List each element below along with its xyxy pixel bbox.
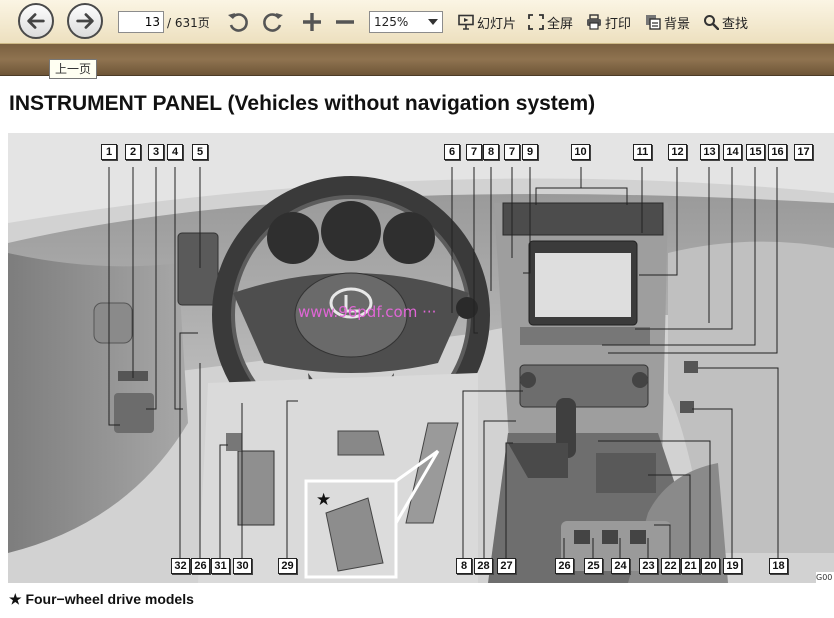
image-code: G00	[816, 572, 834, 583]
inset-star: ★	[316, 490, 332, 510]
background-label: 背景	[664, 16, 691, 32]
dashboard-illustration	[8, 133, 834, 583]
callout-22: 22	[661, 558, 680, 574]
callout-14: 14	[723, 144, 742, 160]
callout-11: 11	[633, 144, 652, 160]
slideshow-label: 幻灯片	[477, 16, 517, 32]
callout-25: 25	[584, 558, 603, 574]
plus-icon	[303, 13, 321, 31]
rotate-left-button[interactable]	[226, 10, 250, 34]
instrument-panel-figure: 1 2 3 4 5 6 7 8 7 9 10 11 12 13 14 15 16…	[8, 133, 834, 583]
figure-caption: ★ Four−wheel drive models	[9, 591, 194, 607]
callout-24: 24	[611, 558, 630, 574]
arrow-right-icon	[76, 13, 94, 29]
background-icon	[646, 15, 661, 30]
callout-9: 9	[522, 144, 538, 160]
rotate-right-button[interactable]	[261, 10, 285, 34]
previous-page-tooltip: 上一页	[49, 59, 98, 79]
callout-26b: 26	[555, 558, 574, 574]
print-label: 打印	[605, 16, 632, 32]
page-title: INSTRUMENT PANEL (Vehicles without navig…	[9, 92, 596, 115]
page-number-input[interactable]	[118, 11, 164, 33]
callout-31: 31	[211, 558, 230, 574]
minus-icon	[336, 20, 354, 24]
zoom-value: 125%	[374, 15, 409, 29]
background-button[interactable]: 背景	[645, 13, 691, 32]
next-page-button[interactable]	[67, 3, 103, 39]
callout-7: 7	[466, 144, 482, 160]
callout-4: 4	[167, 144, 183, 160]
callout-23: 23	[639, 558, 658, 574]
callout-10: 10	[571, 144, 590, 160]
zoom-select[interactable]: 125%	[369, 11, 443, 33]
callout-27: 27	[497, 558, 516, 574]
callout-8: 8	[483, 144, 499, 160]
callout-6: 6	[444, 144, 460, 160]
callout-32: 32	[171, 558, 190, 574]
printer-icon	[587, 14, 601, 30]
callout-30: 30	[233, 558, 252, 574]
callout-1: 1	[101, 144, 117, 160]
callout-12: 12	[668, 144, 687, 160]
callout-20: 20	[701, 558, 720, 574]
callout-15: 15	[746, 144, 765, 160]
reader-toolbar: / 631页 125% 幻灯片	[0, 0, 834, 44]
callout-19: 19	[723, 558, 742, 574]
page-total-label: / 631页	[167, 16, 210, 30]
rotate-left-icon	[228, 13, 248, 32]
slideshow-button[interactable]: 幻灯片	[458, 13, 517, 32]
callout-8b: 8	[456, 558, 472, 574]
callout-28: 28	[474, 558, 493, 574]
callout-17: 17	[794, 144, 813, 160]
callout-29: 29	[278, 558, 297, 574]
callout-3: 3	[148, 144, 164, 160]
callout-7b: 7	[504, 144, 520, 160]
search-icon	[704, 15, 719, 30]
slideshow-icon	[458, 14, 474, 30]
callout-2: 2	[125, 144, 141, 160]
callout-26: 26	[191, 558, 210, 574]
find-button[interactable]: 查找	[703, 13, 749, 32]
watermark-text: www.96pdf.com ···	[298, 303, 437, 321]
zoom-in-button[interactable]	[300, 10, 324, 34]
callout-16: 16	[768, 144, 787, 160]
callout-13: 13	[700, 144, 719, 160]
fullscreen-button[interactable]: 全屏	[528, 13, 574, 32]
callout-18: 18	[769, 558, 788, 574]
fullscreen-icon	[528, 14, 544, 30]
toolbar-bottom-bar	[0, 44, 834, 76]
rotate-right-icon	[263, 13, 283, 32]
arrow-left-icon	[27, 13, 45, 29]
fullscreen-label: 全屏	[547, 16, 574, 32]
chevron-down-icon	[428, 19, 438, 25]
callout-21: 21	[681, 558, 700, 574]
previous-page-button[interactable]	[18, 3, 54, 39]
zoom-out-button[interactable]	[333, 10, 357, 34]
find-label: 查找	[722, 16, 749, 32]
callout-5: 5	[192, 144, 208, 160]
print-button[interactable]: 打印	[586, 13, 632, 32]
